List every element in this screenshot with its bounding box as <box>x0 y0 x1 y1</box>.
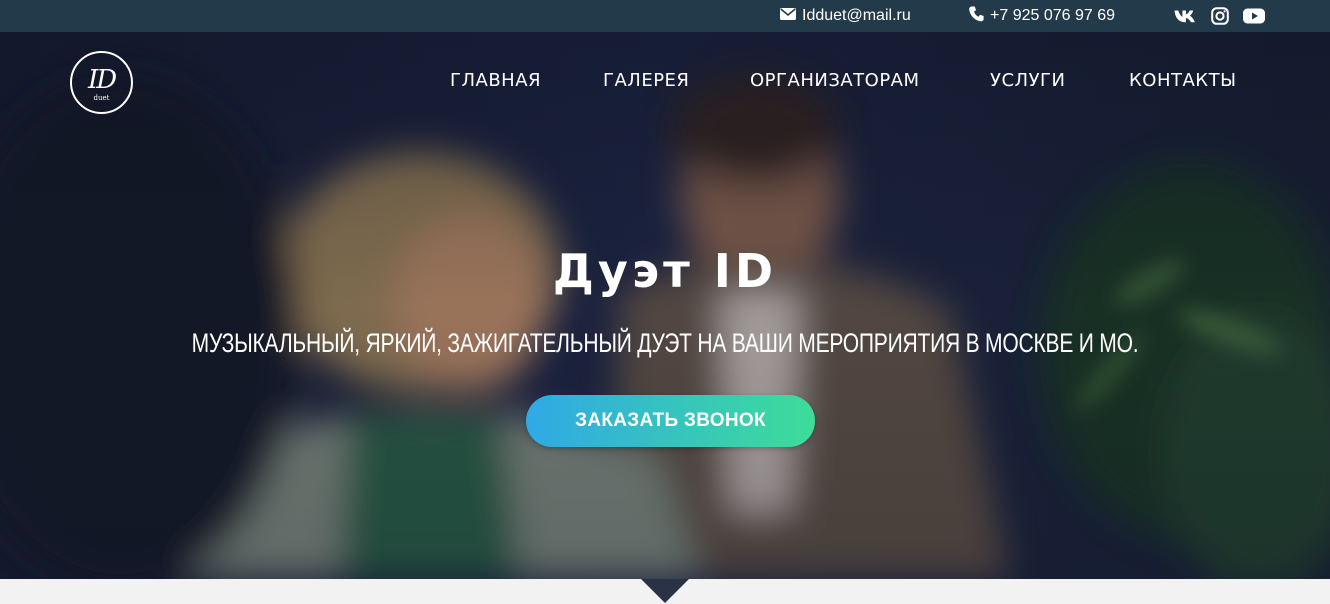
scroll-down-arrow-icon[interactable] <box>641 579 689 603</box>
hero-title: Дуэт ID <box>552 244 778 298</box>
logo-subtext: duet <box>93 94 110 102</box>
nav-item-gallery[interactable]: ГАЛЕРЕЯ <box>603 70 689 91</box>
phone-text: +7 925 076 97 69 <box>990 7 1116 24</box>
phone-link[interactable]: +7 925 076 97 69 <box>969 0 1115 32</box>
top-contact-bar: Idduet@mail.ru +7 925 076 97 69 <box>0 0 1330 32</box>
youtube-icon[interactable] <box>1243 6 1265 26</box>
envelope-icon <box>780 7 796 25</box>
vk-icon[interactable] <box>1174 6 1196 26</box>
phone-icon <box>969 6 984 27</box>
email-text: Idduet@mail.ru <box>802 7 911 24</box>
order-call-button[interactable]: ЗАКАЗАТЬ ЗВОНОК <box>526 395 815 447</box>
nav-item-organizers[interactable]: ОРГАНИЗАТОРАМ <box>750 70 920 91</box>
nav-item-home[interactable]: ГЛАВНАЯ <box>450 70 541 91</box>
nav-item-services[interactable]: УСЛУГИ <box>990 70 1065 91</box>
instagram-icon[interactable] <box>1209 6 1231 26</box>
hero-subtitle: МУЗЫКАЛЬНЫЙ, ЯРКИЙ, ЗАЖИГАТЕЛЬНЫЙ ДУЭТ Н… <box>191 328 1139 358</box>
nav-item-contacts[interactable]: КОНТАКТЫ <box>1129 70 1236 91</box>
email-link[interactable]: Idduet@mail.ru <box>780 0 911 32</box>
site-logo[interactable]: ID duet <box>70 51 133 114</box>
hero-overlay <box>0 32 1330 579</box>
logo-mark: ID <box>87 65 117 95</box>
hero-section: ID duet ГЛАВНАЯ ГАЛЕРЕЯ ОРГАНИЗАТОРАМ УС… <box>0 32 1330 579</box>
